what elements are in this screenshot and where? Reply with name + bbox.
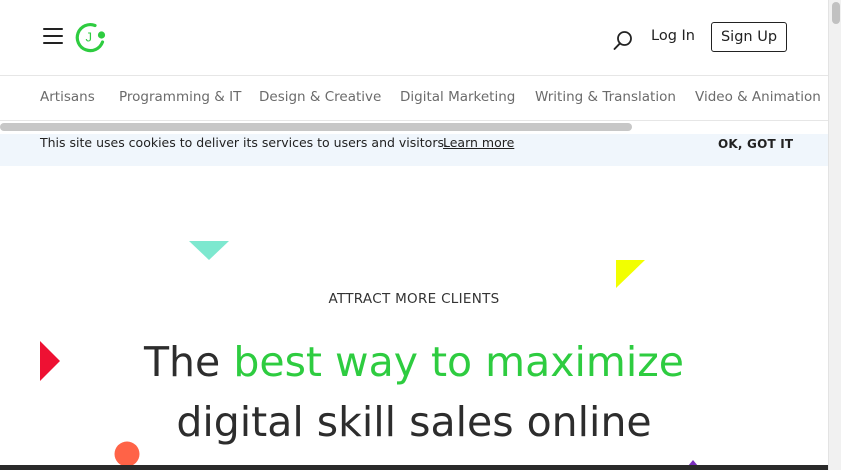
page: J Log In Sign Up Artisans Programming & …	[0, 0, 828, 470]
cookie-banner: This site uses cookies to deliver its se…	[0, 134, 828, 166]
category-design-creative[interactable]: Design & Creative	[259, 89, 381, 105]
hero-title-rest: digital skill sales online	[176, 398, 652, 446]
category-programming-it[interactable]: Programming & IT	[119, 89, 241, 105]
vertical-scrollbar-track[interactable]	[828, 0, 841, 470]
login-link[interactable]: Log In	[651, 28, 695, 44]
top-header: J Log In Sign Up	[0, 0, 828, 76]
hamburger-menu-icon[interactable]	[43, 28, 63, 44]
brand-logo[interactable]: J	[75, 21, 107, 53]
cookie-message: This site uses cookies to deliver its se…	[40, 135, 448, 150]
bottom-bar	[0, 465, 828, 470]
search-icon[interactable]	[612, 30, 634, 52]
cookie-ok-button[interactable]: OK, GOT IT	[718, 137, 793, 151]
vertical-scrollbar-thumb[interactable]	[832, 2, 840, 24]
category-nav: Artisans Programming & IT Design & Creat…	[0, 76, 828, 121]
signup-button[interactable]: Sign Up	[711, 22, 787, 52]
category-writing-translation[interactable]: Writing & Translation	[535, 89, 676, 105]
category-digital-marketing[interactable]: Digital Marketing	[400, 89, 515, 105]
hero-eyebrow: ATTRACT MORE CLIENTS	[328, 291, 500, 307]
hero-title-accent: best way to maximize	[233, 338, 684, 386]
hero-title: The best way to maximize digital skill s…	[0, 332, 828, 452]
teal-triangle-decoration	[189, 241, 229, 260]
horizontal-scrollbar[interactable]	[0, 123, 632, 131]
hero-title-lead: The	[144, 338, 221, 386]
yellow-triangle-decoration	[616, 260, 645, 288]
logo-letter: J	[86, 30, 93, 45]
category-artisans[interactable]: Artisans	[40, 89, 95, 105]
category-video-animation[interactable]: Video & Animation	[695, 89, 821, 105]
learn-more-link[interactable]: Learn more	[443, 135, 514, 150]
